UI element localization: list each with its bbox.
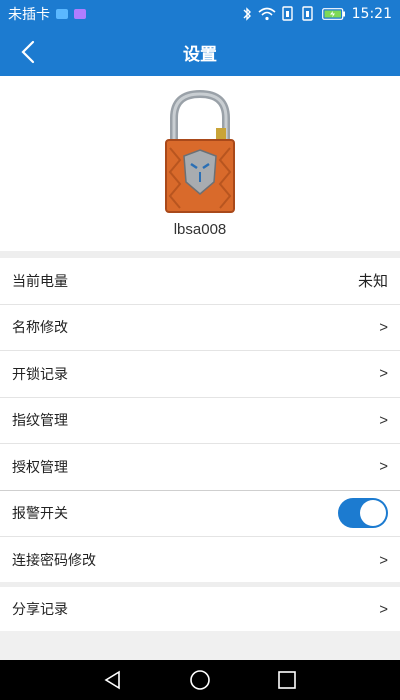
password-label: 连接密码修改: [12, 552, 96, 569]
padlock-icon: [160, 89, 240, 220]
authorization-row[interactable]: 授权管理 >: [0, 444, 400, 491]
back-button[interactable]: [14, 38, 42, 66]
authorization-label: 授权管理: [12, 458, 68, 475]
nav-home-button[interactable]: [185, 665, 215, 695]
system-nav-bar: [0, 660, 400, 700]
battery-row: 当前电量 未知: [0, 258, 400, 305]
device-header: lbsa008: [0, 76, 400, 251]
rename-label: 名称修改: [12, 319, 68, 336]
fingerprint-label: 指纹管理: [12, 412, 68, 429]
alarm-toggle[interactable]: [338, 498, 388, 529]
chevron-right-icon: >: [379, 551, 388, 569]
circle-home-icon: [190, 670, 210, 690]
chevron-right-icon: >: [379, 318, 388, 336]
device-name: lbsa008: [173, 221, 227, 238]
sim1-icon: [281, 6, 293, 21]
square-recents-icon: [277, 671, 296, 689]
chevron-left-icon: [21, 40, 35, 64]
settings-list: 当前电量 未知 名称修改 > 开锁记录 > 指纹管理 > 授权管理 > 报警开关…: [0, 258, 400, 584]
status-icons: 15:21: [242, 6, 392, 22]
unlock-records-label: 开锁记录: [12, 365, 68, 382]
app-bar: 设置: [0, 28, 400, 76]
triangle-back-icon: [104, 670, 121, 690]
nav-back-button[interactable]: [98, 665, 128, 695]
page-title: 设置: [183, 44, 217, 65]
gallery-icon: [74, 9, 86, 19]
carrier-label: 未插卡: [8, 7, 50, 23]
share-records-label: 分享记录: [12, 601, 68, 617]
alarm-row: 报警开关: [0, 491, 400, 537]
nav-recents-button[interactable]: [272, 665, 302, 695]
battery-icon: [321, 8, 345, 20]
notification-icon: [56, 9, 68, 19]
wifi-icon: [258, 7, 276, 21]
section-divider: [0, 251, 400, 258]
battery-label: 当前电量: [12, 272, 68, 289]
sim2-icon: [301, 6, 313, 21]
status-bar: 未插卡 15:21: [0, 0, 400, 28]
rename-row[interactable]: 名称修改 >: [0, 305, 400, 351]
unlock-records-row[interactable]: 开锁记录 >: [0, 351, 400, 398]
bluetooth-icon: [243, 7, 251, 21]
chevron-right-icon: >: [379, 411, 388, 429]
chevron-right-icon: >: [379, 365, 388, 383]
toggle-knob: [360, 500, 386, 527]
chevron-right-icon: >: [379, 600, 388, 618]
chevron-right-icon: >: [379, 458, 388, 476]
password-row[interactable]: 连接密码修改 >: [0, 537, 400, 584]
clock: 15:21: [351, 6, 392, 22]
alarm-label: 报警开关: [12, 505, 68, 522]
share-records-row[interactable]: 分享记录 >: [0, 587, 400, 631]
battery-value: 未知: [357, 273, 388, 291]
fingerprint-row[interactable]: 指纹管理 >: [0, 398, 400, 444]
